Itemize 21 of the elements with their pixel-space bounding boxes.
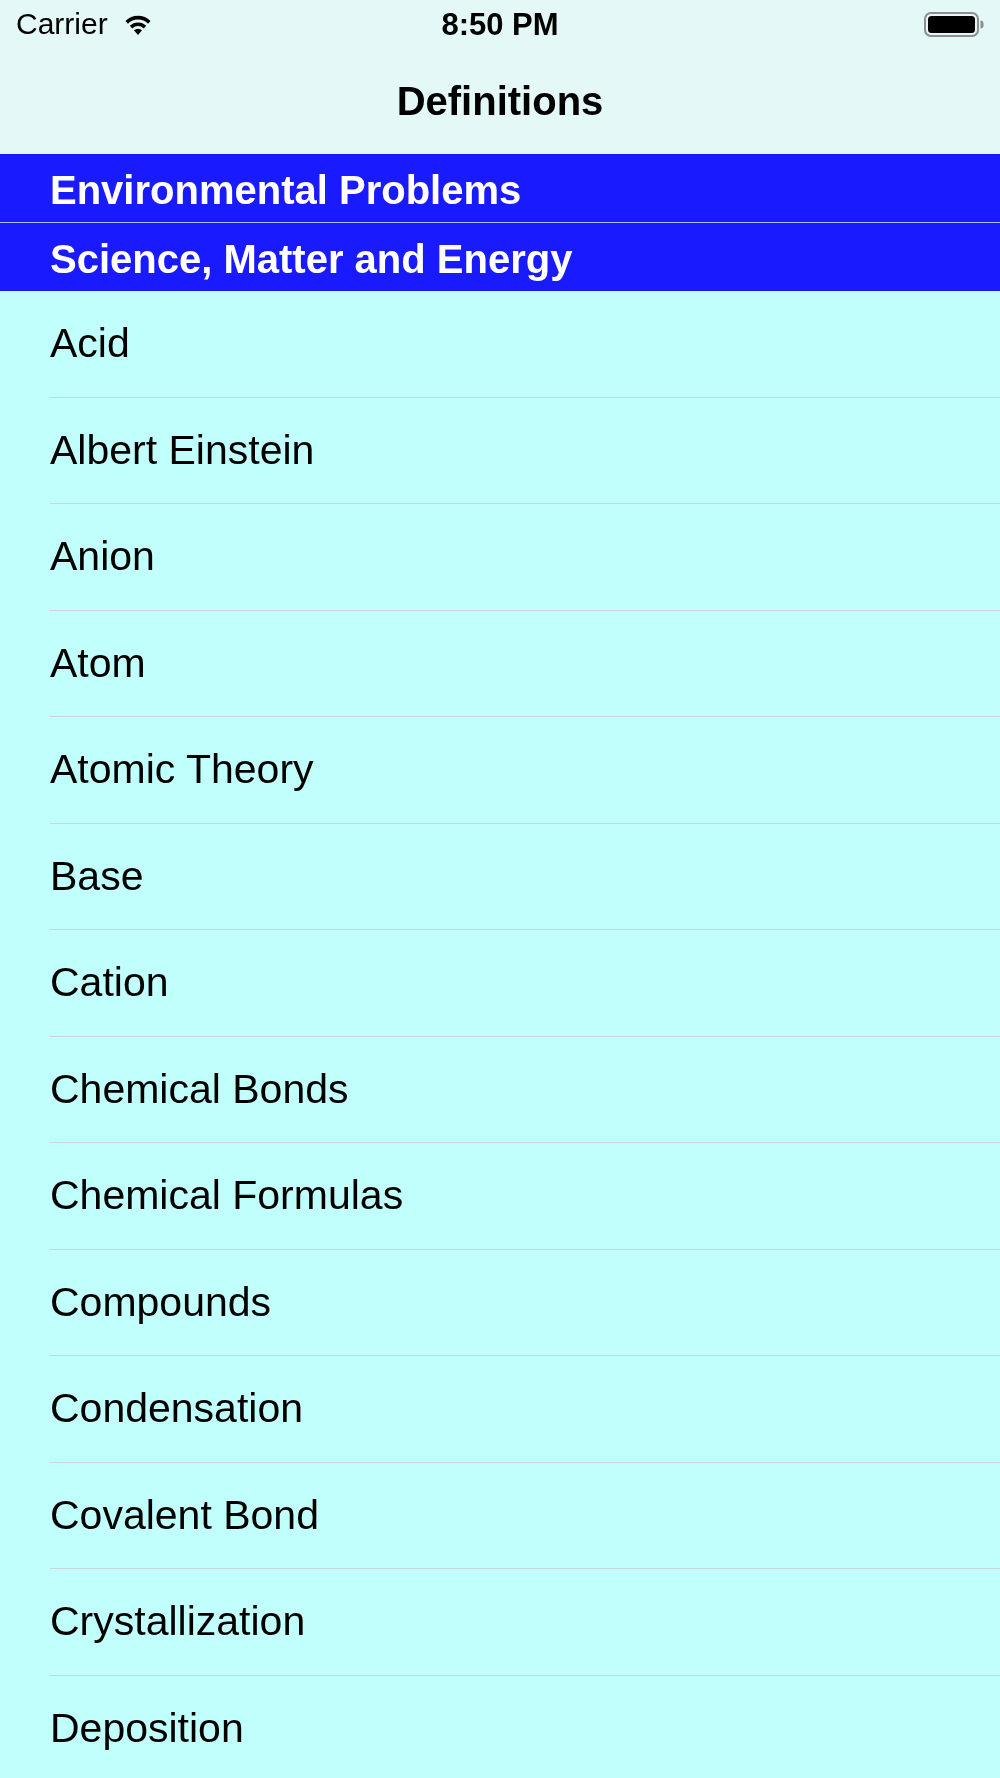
list-item[interactable]: Crystallization xyxy=(0,1569,1000,1675)
list-item[interactable]: Albert Einstein xyxy=(0,397,1000,503)
carrier-label: Carrier xyxy=(16,9,108,39)
list-item[interactable]: Atomic Theory xyxy=(0,717,1000,823)
battery-icon xyxy=(924,11,984,37)
section-header: Environmental Problems xyxy=(0,154,1000,222)
list-item[interactable]: Acid xyxy=(0,291,1000,397)
list-item[interactable]: Covalent Bond xyxy=(0,1462,1000,1568)
wifi-icon xyxy=(123,13,152,35)
status-time: 8:50 PM xyxy=(441,8,559,40)
section-header: Science, Matter and Energy xyxy=(0,223,1000,291)
list-item[interactable]: Deposition xyxy=(0,1675,1000,1778)
nav-title: Definitions xyxy=(396,81,604,121)
list-item[interactable]: Anion xyxy=(0,504,1000,610)
list-item[interactable]: Chemical Bonds xyxy=(0,1036,1000,1142)
list-item[interactable]: Cation xyxy=(0,930,1000,1036)
list-item[interactable]: Condensation xyxy=(0,1356,1000,1462)
list-item[interactable]: Chemical Formulas xyxy=(0,1143,1000,1249)
list-item[interactable]: Atom xyxy=(0,610,1000,716)
list-item[interactable]: Base xyxy=(0,823,1000,929)
list-item[interactable]: Compounds xyxy=(0,1249,1000,1355)
